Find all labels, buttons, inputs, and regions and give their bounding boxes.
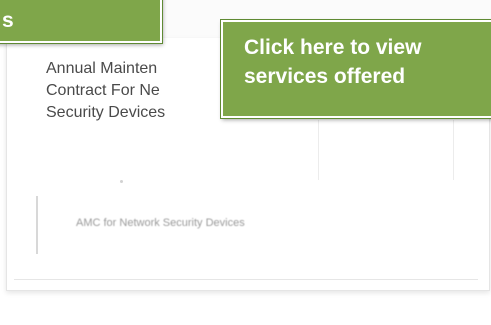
page-viewport: Annual Mainten Contract For Ne Security …	[0, 0, 491, 325]
service-link[interactable]: AMC for Network Security Devices	[76, 217, 245, 229]
callout-banner-left-label: s	[2, 9, 14, 32]
service-link-row[interactable]: AMC for Network Security Devices	[36, 196, 438, 254]
callout-banner-left[interactable]: s	[0, 0, 162, 43]
card-column-divider	[318, 120, 319, 180]
view-services-callout-label: Click here to view services offered	[244, 36, 422, 88]
view-services-callout[interactable]: Click here to view services offered	[221, 20, 491, 118]
service-card-title[interactable]: Annual Mainten Contract For Ne Security …	[46, 58, 221, 124]
card-bottom-divider	[14, 279, 478, 280]
card-column-divider	[453, 120, 454, 180]
decorative-dot	[120, 180, 123, 183]
